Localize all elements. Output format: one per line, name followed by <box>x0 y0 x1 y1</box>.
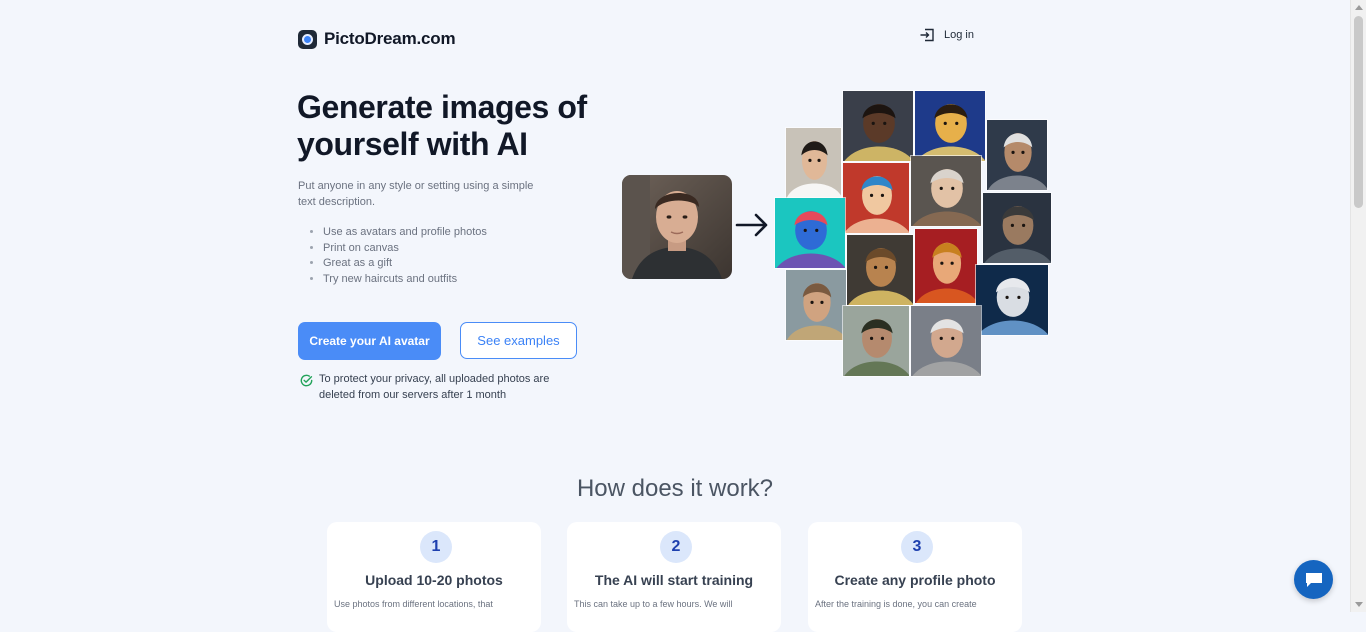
login-arrow-icon <box>920 28 934 42</box>
chat-button[interactable] <box>1294 560 1333 599</box>
step-text: This can take up to a few hours. We will <box>574 599 733 609</box>
ai-portrait-tile <box>842 90 914 162</box>
step-text: Use photos from different locations, tha… <box>334 599 493 609</box>
feature-item: Try new haircuts and outfits <box>323 272 487 288</box>
privacy-note: To protect your privacy, all uploaded ph… <box>300 371 559 403</box>
step-text: After the training is done, you can crea… <box>815 599 977 609</box>
privacy-text: To protect your privacy, all uploaded ph… <box>319 373 550 401</box>
page-scrollbar[interactable] <box>1350 0 1366 612</box>
ai-portrait-tile <box>910 155 982 227</box>
feature-list: Use as avatars and profile photos Print … <box>305 225 487 288</box>
feature-item: Great as a gift <box>323 256 487 272</box>
scrollbar-thumb[interactable] <box>1354 16 1363 208</box>
arrow-right-icon <box>735 213 768 237</box>
ai-portrait-tile <box>986 119 1048 191</box>
logo-text: PictoDream.com <box>324 29 456 48</box>
how-it-works-title: How does it work? <box>576 475 774 502</box>
step-number: 3 <box>901 531 933 563</box>
ai-portrait-tile <box>975 264 1049 336</box>
ai-portrait-tile <box>785 269 847 341</box>
scroll-down-icon[interactable] <box>1355 602 1363 607</box>
see-examples-button[interactable]: See examples <box>460 322 577 359</box>
ai-portrait-tile <box>914 90 986 162</box>
login-link[interactable]: Log in <box>919 28 974 42</box>
feature-item: Use as avatars and profile photos <box>323 225 487 241</box>
ai-portrait-tile <box>846 234 914 306</box>
logo[interactable]: PictoDream.com <box>298 29 456 49</box>
chat-bubble-icon <box>1305 572 1322 587</box>
step-title: Upload 10-20 photos <box>365 572 503 588</box>
logo-mark-icon <box>298 29 317 49</box>
feature-item: Print on canvas <box>323 241 487 257</box>
ai-portrait-tile <box>842 162 910 234</box>
ai-portrait-tile <box>785 127 842 199</box>
hero-title: Generate images of yourself with AI <box>297 89 587 162</box>
step-title: Create any profile photo <box>834 572 996 588</box>
create-avatar-button[interactable]: Create your AI avatar <box>298 322 441 360</box>
step-card: 1 Upload 10-20 photos Use photos from di… <box>327 522 541 632</box>
ai-portrait-tile <box>910 305 982 377</box>
original-selfie-photo <box>622 175 732 279</box>
scroll-up-icon[interactable] <box>1355 5 1363 10</box>
step-number: 2 <box>660 531 692 563</box>
step-card: 3 Create any profile photo After the tra… <box>808 522 1022 632</box>
hero-description: Put anyone in any style or setting using… <box>298 180 534 208</box>
step-title: The AI will start training <box>594 572 754 588</box>
ai-portrait-tile <box>774 197 846 269</box>
ai-portrait-tile <box>914 228 978 304</box>
ai-portrait-tile <box>842 305 910 377</box>
check-circle-icon <box>300 374 313 387</box>
step-card: 2 The AI will start training This can ta… <box>567 522 781 632</box>
login-label: Log in <box>944 29 974 41</box>
step-number: 1 <box>420 531 452 563</box>
ai-portrait-tile <box>982 192 1052 264</box>
